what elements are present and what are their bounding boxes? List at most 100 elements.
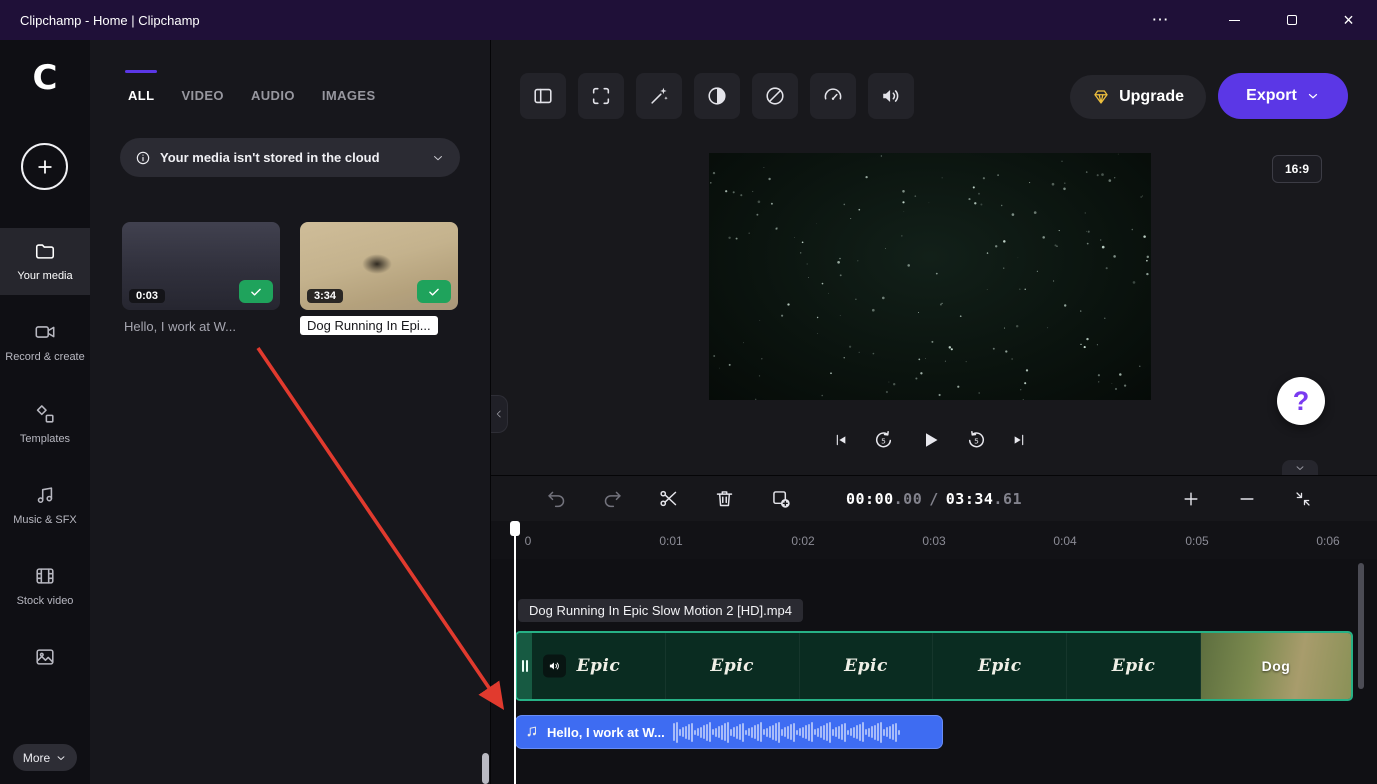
image-icon bbox=[34, 646, 56, 668]
ruler-label: 0:03 bbox=[922, 534, 945, 548]
tab-all[interactable]: ALL bbox=[128, 88, 154, 103]
maximize-button[interactable] bbox=[1263, 0, 1320, 40]
scissors-icon bbox=[658, 488, 679, 509]
media-card-video: 3:34 Dog Running In Epi... bbox=[300, 222, 458, 340]
fit-screen-icon bbox=[1294, 490, 1312, 508]
skip-to-end-button[interactable] bbox=[1011, 432, 1027, 448]
film-icon bbox=[34, 565, 56, 587]
chevron-down-icon bbox=[1294, 462, 1306, 474]
current-time-frac: .00 bbox=[894, 490, 923, 508]
aspect-ratio-badge[interactable]: 16:9 bbox=[1272, 155, 1322, 183]
sidebar-item-stock-images[interactable] bbox=[0, 634, 90, 687]
minus-icon bbox=[1237, 489, 1257, 509]
delete-button[interactable] bbox=[703, 477, 746, 520]
sidebar-item-label: Stock video bbox=[17, 594, 74, 608]
ruler-label: 0 bbox=[525, 534, 532, 548]
zoom-out-button[interactable] bbox=[1225, 477, 1268, 520]
layout-icon bbox=[532, 85, 554, 107]
timeline-edit-buttons bbox=[535, 477, 802, 520]
sidebar-item-record-create[interactable]: Record & create bbox=[0, 309, 90, 376]
total-time-frac: .61 bbox=[993, 490, 1022, 508]
clip-trim-handle[interactable] bbox=[517, 633, 532, 699]
speed-gauge-icon bbox=[822, 85, 844, 107]
media-panel-scrollbar[interactable] bbox=[482, 753, 489, 784]
audio-clip-name-label: Hello, I work at W... bbox=[547, 725, 665, 740]
sidebar-item-your-media[interactable]: Your media bbox=[0, 228, 90, 295]
tab-images[interactable]: IMAGES bbox=[322, 88, 376, 103]
speaker-icon bbox=[880, 85, 902, 107]
media-tabs: ALL VIDEO AUDIO IMAGES bbox=[128, 88, 376, 103]
folder-icon bbox=[34, 240, 56, 262]
effects-tool-button[interactable] bbox=[636, 73, 682, 119]
tab-audio[interactable]: AUDIO bbox=[251, 88, 295, 103]
timeline-ruler[interactable]: 0 0:01 0:02 0:03 0:04 0:05 0:06 bbox=[491, 521, 1377, 559]
upgrade-button[interactable]: Upgrade bbox=[1070, 75, 1206, 119]
cloud-storage-banner[interactable]: Your media isn't stored in the cloud bbox=[120, 138, 460, 177]
clip-audio-toggle[interactable] bbox=[543, 655, 566, 678]
templates-icon bbox=[34, 403, 56, 425]
speaker-icon bbox=[548, 660, 561, 673]
minimize-button[interactable] bbox=[1206, 0, 1263, 40]
layout-tool-button[interactable] bbox=[520, 73, 566, 119]
undo-button[interactable] bbox=[535, 477, 578, 520]
timeline-zoom-buttons bbox=[1169, 477, 1324, 520]
skip-to-start-button[interactable] bbox=[833, 432, 849, 448]
split-button[interactable] bbox=[647, 477, 690, 520]
zoom-fit-button[interactable] bbox=[1281, 477, 1324, 520]
film-frame: Epic bbox=[933, 633, 1067, 699]
diamond-icon bbox=[1092, 88, 1110, 106]
video-clip[interactable]: Epic Epic Epic Epic Epic Dog bbox=[515, 631, 1353, 701]
plus-icon bbox=[35, 157, 55, 177]
audio-tool-button[interactable] bbox=[868, 73, 914, 119]
minimize-icon bbox=[1229, 20, 1240, 21]
close-button[interactable]: × bbox=[1320, 0, 1377, 40]
audio-clip[interactable]: Hello, I work at W... bbox=[515, 715, 943, 749]
duplicate-button[interactable] bbox=[759, 477, 802, 520]
filter-icon bbox=[764, 85, 786, 107]
check-icon bbox=[249, 285, 263, 299]
timeline-scrollbar[interactable] bbox=[1358, 563, 1364, 689]
rewind-5s-button[interactable] bbox=[873, 430, 894, 451]
export-button[interactable]: Export bbox=[1218, 73, 1348, 119]
window-controls: × bbox=[1206, 0, 1377, 40]
media-thumbnail-audio[interactable]: 0:03 bbox=[122, 222, 280, 310]
sidebar-item-stock-video[interactable]: Stock video bbox=[0, 553, 90, 620]
sidebar-item-label: Record & create bbox=[5, 350, 84, 364]
play-button[interactable] bbox=[918, 428, 942, 452]
clipchamp-logo: C bbox=[23, 56, 67, 100]
film-frame: Epic bbox=[800, 633, 934, 699]
filters-tool-button[interactable] bbox=[752, 73, 798, 119]
sidebar-item-templates[interactable]: Templates bbox=[0, 391, 90, 458]
more-button[interactable]: More bbox=[13, 744, 77, 771]
redo-button[interactable] bbox=[591, 477, 634, 520]
contrast-icon bbox=[706, 85, 728, 107]
timecode-display: 00:00.00/03:34.61 bbox=[846, 476, 1022, 521]
help-button[interactable]: ? bbox=[1277, 377, 1325, 425]
crop-icon bbox=[590, 85, 612, 107]
maximize-icon bbox=[1287, 15, 1297, 25]
titlebar-menu-icon[interactable]: ⋯ bbox=[1137, 0, 1183, 40]
speed-tool-button[interactable] bbox=[810, 73, 856, 119]
sidebar-item-label: Templates bbox=[20, 432, 70, 446]
playhead[interactable] bbox=[514, 521, 516, 784]
sidebar-item-music-sfx[interactable]: Music & SFX bbox=[0, 472, 90, 539]
adjust-tool-button[interactable] bbox=[694, 73, 740, 119]
tab-video[interactable]: VIDEO bbox=[181, 88, 223, 103]
media-thumbnail-video[interactable]: 3:34 bbox=[300, 222, 458, 310]
banner-text: Your media isn't stored in the cloud bbox=[160, 150, 380, 165]
timeline-toolbar: 00:00.00/03:34.61 bbox=[491, 476, 1377, 521]
crop-tool-button[interactable] bbox=[578, 73, 624, 119]
more-label: More bbox=[23, 751, 50, 765]
rewind-5-icon bbox=[873, 430, 894, 451]
info-icon bbox=[135, 150, 151, 166]
media-cards: 0:03 Hello, I work at W... 3:34 Dog Runn… bbox=[122, 222, 458, 340]
collapse-timeline-button[interactable] bbox=[1282, 460, 1318, 475]
ruler-label: 0:02 bbox=[791, 534, 814, 548]
zoom-in-button[interactable] bbox=[1169, 477, 1212, 520]
media-card-title-selected[interactable]: Dog Running In Epi... bbox=[300, 316, 438, 335]
forward-5s-button[interactable] bbox=[966, 430, 987, 451]
skip-end-icon bbox=[1011, 432, 1027, 448]
collapse-panel-button[interactable] bbox=[491, 395, 508, 433]
audio-waveform bbox=[673, 715, 933, 749]
add-media-button[interactable] bbox=[21, 143, 68, 190]
